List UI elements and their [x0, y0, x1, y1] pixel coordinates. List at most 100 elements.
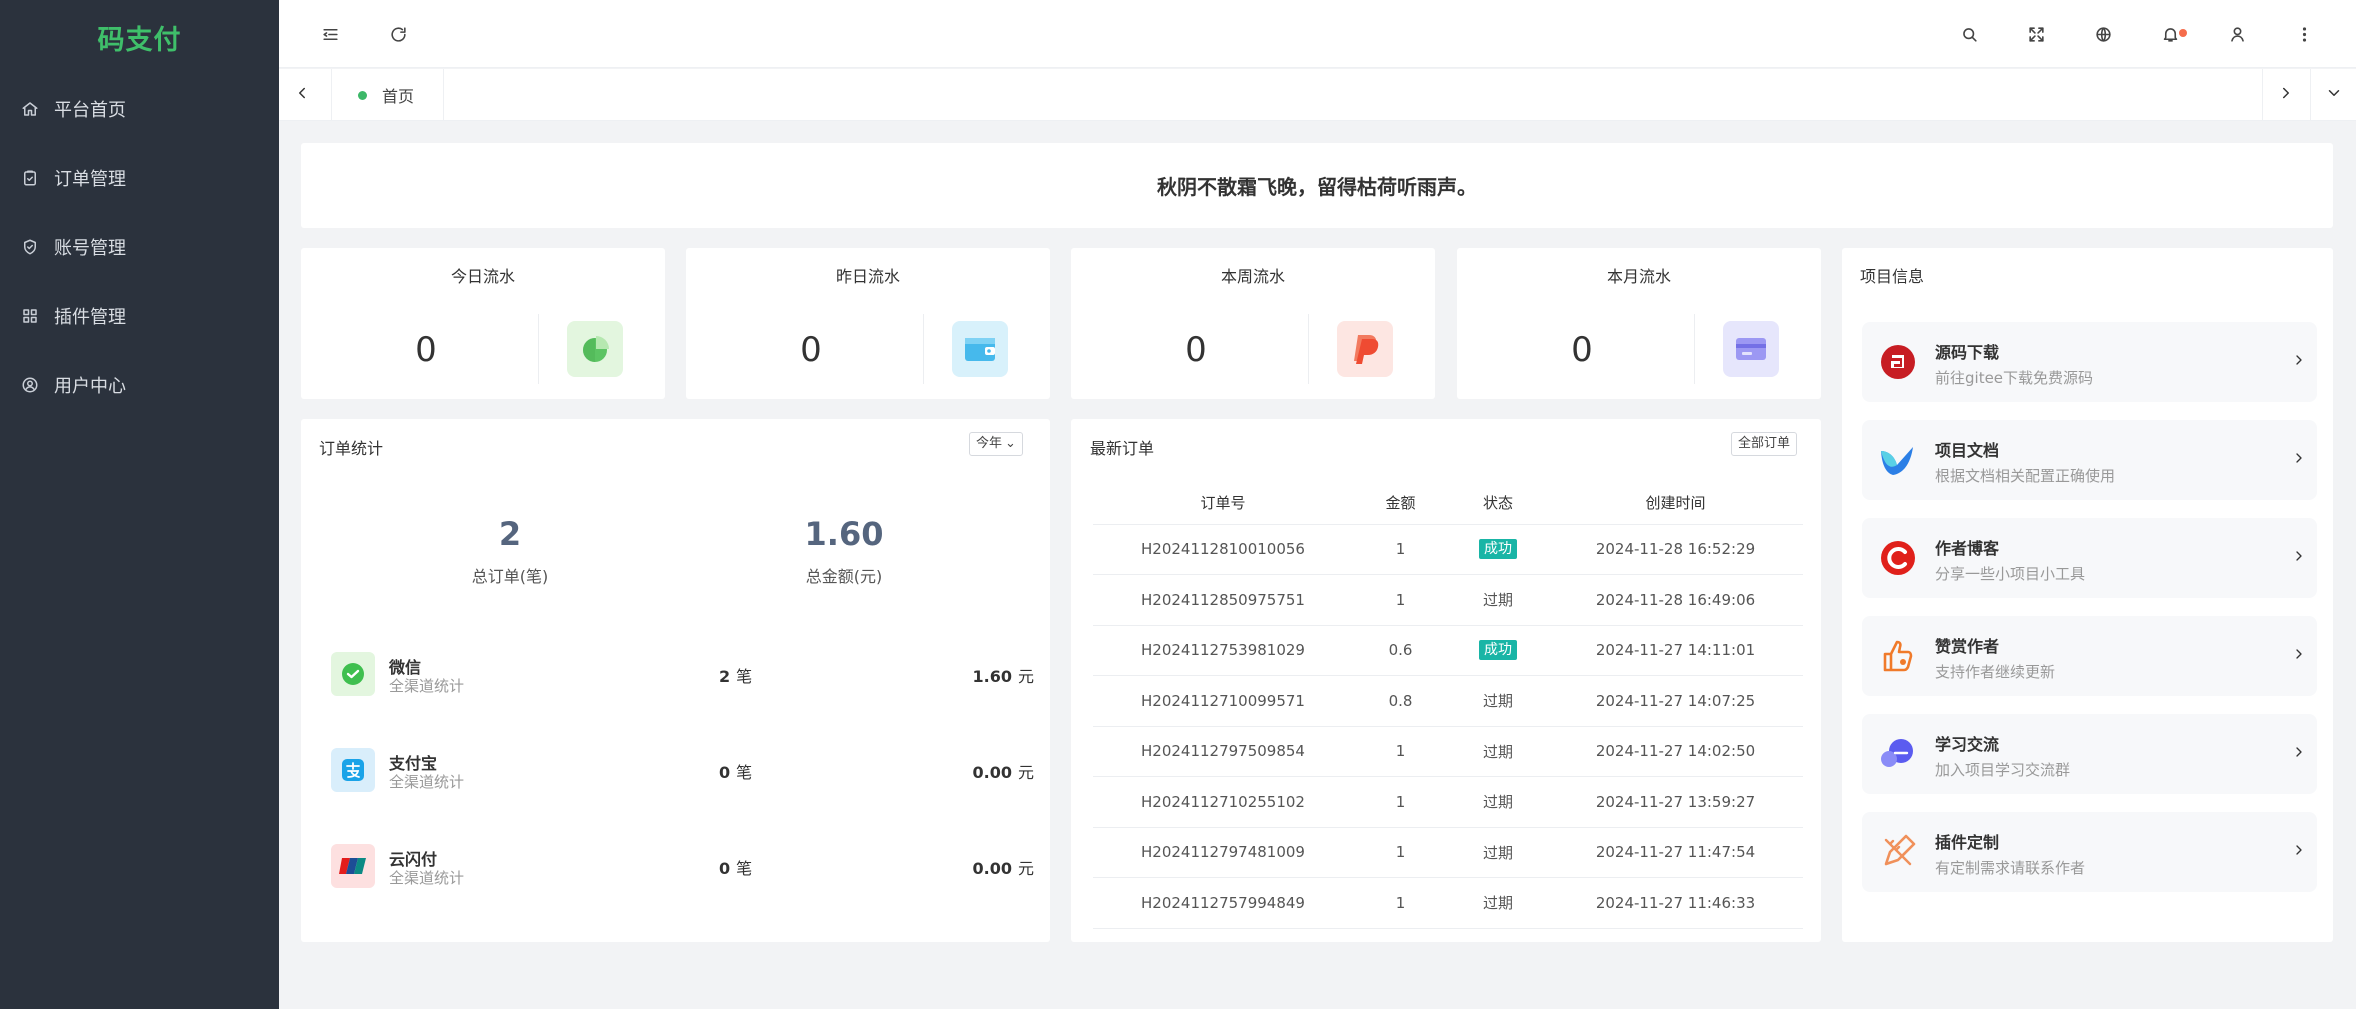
project-link-desc: 加入项目学习交流群 [1935, 761, 2071, 779]
channel-amount: 0.00 元 [973, 759, 1035, 783]
total-orders-label: 总订单(笔) [471, 567, 549, 586]
status-text-expired: 过期 [1482, 894, 1513, 913]
order-status: 过期 [1448, 827, 1548, 878]
tab-home[interactable]: 首页 [331, 69, 444, 121]
chevron-down-icon: ⌄ [1005, 436, 1016, 451]
card-icon [1723, 321, 1779, 377]
search-icon[interactable] [1955, 20, 1983, 48]
user-icon[interactable] [2223, 20, 2251, 48]
project-link-desc: 分享一些小项目小工具 [1935, 565, 2086, 583]
project-link-title: 赞赏作者 [1935, 637, 2000, 656]
project-link-pencil-ruler[interactable]: 插件定制 有定制需求请联系作者 [1862, 812, 2317, 892]
sidebar-item-label: 账号管理 [54, 237, 126, 259]
fullscreen-icon[interactable] [2022, 20, 2050, 48]
order-status: 成功 [1448, 625, 1548, 676]
channel-count-value: 0 [719, 859, 731, 878]
status-text-expired: 过期 [1482, 793, 1513, 812]
order-status: 过期 [1448, 675, 1548, 727]
sidebar-item-user-center[interactable]: 用户中心 [0, 350, 279, 419]
order-time: 2024-11-27 11:46:33 [1548, 877, 1803, 929]
order-status: 成功 [1448, 524, 1548, 575]
menu-fold-icon[interactable] [316, 20, 344, 48]
project-link-title: 源码下载 [1935, 343, 2000, 362]
table-row: H2024112850975751 1 过期 2024-11-28 16:49:06 [1093, 574, 1803, 626]
chevron-right-icon [2291, 352, 2311, 372]
table-row: H2024112753981029 0.6 成功 2024-11-27 14:11:0… [1093, 625, 1803, 676]
status-text-expired: 过期 [1482, 692, 1513, 711]
status-badge-success: 成功 [1479, 539, 1517, 560]
sidebar-item-label: 订单管理 [54, 168, 126, 190]
total-orders-value: 2 [498, 515, 522, 553]
stat-title: 昨日流水 [835, 267, 900, 286]
project-info-panel: 项目信息 源码下载 前往gitee下载免费源码 项目文档 根据文档相关配置正确使用 作者… [1842, 248, 2333, 942]
project-link-desc: 有定制需求请联系作者 [1935, 859, 2086, 877]
app-logo[interactable]: 码支付 [0, 0, 279, 74]
refresh-icon[interactable] [384, 20, 412, 48]
chevron-right-icon [2291, 842, 2311, 862]
order-id: H2024112710255102 [1093, 776, 1353, 828]
notification-dot [2179, 29, 2187, 37]
channel-sub: 全渠道统计 [389, 677, 465, 695]
quote-text: 秋阴不散霜飞晚，留得枯荷听雨声。 [1157, 175, 1477, 199]
order-time: 2024-11-28 16:52:29 [1548, 524, 1803, 575]
channel-count: 0笔 [719, 855, 752, 879]
tabs-scroll-right-button[interactable] [2262, 69, 2308, 121]
user-circle-icon [20, 375, 40, 395]
unionpay-icon [331, 844, 375, 888]
document-bird-icon [1878, 440, 1918, 480]
status-text-expired: 过期 [1482, 843, 1513, 862]
globe-icon[interactable] [2089, 20, 2117, 48]
order-status: 过期 [1448, 877, 1548, 929]
chevron-right-icon [2291, 548, 2311, 568]
chat-group-icon [1878, 734, 1918, 774]
channel-amount-value: 0.00 [972, 763, 1012, 782]
channel-count: 0笔 [719, 759, 752, 783]
project-link-chat-group[interactable]: 学习交流 加入项目学习交流群 [1862, 714, 2317, 794]
table-row: H2024112710099571 0.8 过期 2024-11-27 14:07:2… [1093, 675, 1803, 727]
period-select[interactable]: 今年 ⌄ [969, 432, 1023, 456]
chevron-left-icon [293, 84, 311, 106]
chevron-right-icon [2291, 450, 2311, 470]
order-status: 过期 [1448, 574, 1548, 626]
stat-card-week: 本周流水 0 [1071, 248, 1435, 399]
table-row: H2024112710255102 1 过期 2024-11-27 13:59:27 [1093, 776, 1803, 828]
order-amount: 1 [1353, 776, 1448, 828]
bell-icon[interactable] [2156, 20, 2187, 48]
active-dot [358, 90, 367, 100]
all-orders-button[interactable]: 全部订单 [1731, 432, 1798, 456]
order-id: H2024112797509854 [1093, 726, 1353, 777]
stat-card-today: 今日流水 0 [301, 248, 665, 399]
sidebar-item-orders[interactable]: 订单管理 [0, 143, 279, 212]
stat-value: 0 [1571, 330, 1593, 370]
tabs-scroll-left-button[interactable] [279, 69, 325, 121]
sidebar-item-accounts[interactable]: 账号管理 [0, 212, 279, 281]
table-row: H2024112797481009 1 过期 2024-11-27 11:47:54 [1093, 827, 1803, 878]
order-amount: 1 [1353, 827, 1448, 878]
clipboard-check-icon [20, 168, 40, 188]
project-link-gitee[interactable]: 源码下载 前往gitee下载免费源码 [1862, 322, 2317, 402]
status-badge-success: 成功 [1479, 640, 1517, 661]
column-header: 金额 [1353, 482, 1448, 525]
project-link-csdn[interactable]: 作者博客 分享一些小项目小工具 [1862, 518, 2317, 598]
shield-check-icon [20, 237, 40, 257]
sidebar-item-plugins[interactable]: 插件管理 [0, 281, 279, 350]
channel-amount-value: 0.00 [972, 859, 1012, 878]
tabs-dropdown-button[interactable] [2310, 69, 2356, 121]
sidebar-item-home[interactable]: 平台首页 [0, 74, 279, 143]
orders-table-body: H2024112810010056 1 成功 2024-11-28 16:52:29 H… [1093, 524, 1803, 929]
project-link-document-bird[interactable]: 项目文档 根据文档相关配置正确使用 [1862, 420, 2317, 500]
channel-count: 2笔 [719, 663, 752, 687]
project-link-thumbs-up[interactable]: 赞赏作者 支持作者继续更新 [1862, 616, 2317, 696]
table-row: H2024112757994849 1 过期 2024-11-27 11:46:33 [1093, 877, 1803, 929]
pie-chart-icon [567, 321, 623, 377]
sidebar-item-label: 用户中心 [54, 375, 126, 397]
more-vertical-icon[interactable] [2290, 20, 2318, 48]
paypal-icon [1337, 321, 1393, 377]
project-link-desc: 根据文档相关配置正确使用 [1935, 467, 2116, 485]
order-amount: 0.6 [1353, 625, 1448, 676]
channel-amount-unit: 元 [1017, 763, 1034, 782]
divider [1308, 314, 1309, 384]
panel-title: 最新订单 [1090, 439, 1155, 458]
channel-sub: 全渠道统计 [389, 869, 465, 887]
stat-card-month: 本月流水 0 [1457, 248, 1821, 399]
